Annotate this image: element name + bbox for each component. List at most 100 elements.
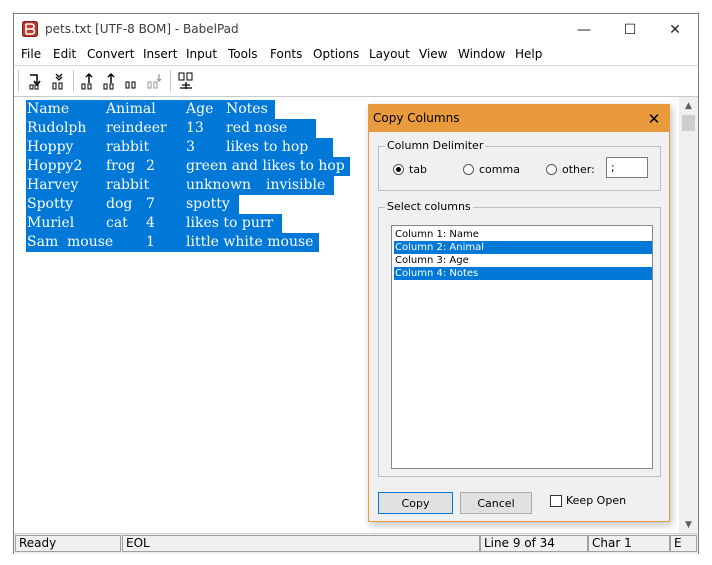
column-list-item[interactable]: Column 4: Notes <box>394 267 652 280</box>
column-list-item[interactable]: Column 1: Name <box>394 228 652 241</box>
cell-notes: Notes <box>226 101 268 117</box>
status-bar: Ready EOL Line 9 of 34 Char 1 E <box>14 533 698 554</box>
cell-age: 4 <box>146 215 155 231</box>
status-char: Char 1 <box>588 535 670 552</box>
other-radio-label[interactable]: other: <box>562 163 595 176</box>
title-bar: pets.txt [UTF-8 BOM] - BabelPad — ☐ ✕ <box>14 14 698 45</box>
editor-line: Rudolph reindeer 13 red nose <box>26 119 316 138</box>
toolbar-separator <box>170 70 171 92</box>
vertical-scrollbar[interactable]: ▲ ▼ <box>679 97 698 533</box>
editor-line: Name Animal Age Notes <box>26 100 275 119</box>
move-line-up-icon[interactable] <box>79 71 99 91</box>
menu-help[interactable]: Help <box>515 47 542 61</box>
copy-button[interactable]: Copy <box>378 492 453 514</box>
dialog-title: Copy Columns <box>373 111 460 125</box>
column-delimiter-group: Column Delimiter tab comma other: ; <box>378 139 661 191</box>
cell-notes: green and likes to hop <box>186 158 345 174</box>
dialog-title-bar[interactable]: Copy Columns ✕ <box>369 105 669 132</box>
cell-age: 2 <box>146 158 155 174</box>
cell-animal: dog <box>106 196 133 212</box>
menu-bar: File Edit Convert Insert Input Tools Fon… <box>14 45 698 66</box>
tab-radio[interactable] <box>393 164 404 175</box>
scroll-down-arrow-icon[interactable]: ▼ <box>679 516 698 533</box>
insert-column-icon[interactable] <box>176 71 196 91</box>
other-radio[interactable] <box>546 164 557 175</box>
comma-radio-label[interactable]: comma <box>479 163 520 176</box>
minimize-button[interactable]: — <box>561 14 607 45</box>
editor-line: Hoppy rabbit 3 likes to hop <box>26 138 333 157</box>
babelpad-app-icon <box>22 21 38 37</box>
cell-animal: mouse <box>67 234 114 250</box>
column-list-item[interactable]: Column 2: Animal <box>394 241 652 254</box>
status-ready: Ready <box>15 535 121 552</box>
menu-options[interactable]: Options <box>313 47 359 61</box>
cell-name: Hoppy <box>27 139 74 155</box>
window-title: pets.txt [UTF-8 BOM] - BabelPad <box>45 22 239 36</box>
cell-notes: little white mouse <box>186 234 314 250</box>
comma-radio[interactable] <box>463 164 474 175</box>
cell-animal: cat <box>106 215 128 231</box>
cancel-button[interactable]: Cancel <box>460 492 532 514</box>
menu-insert[interactable]: Insert <box>143 47 177 61</box>
close-icon: ✕ <box>669 21 681 38</box>
move-line-down-icon[interactable] <box>26 71 46 91</box>
tab-radio-label[interactable]: tab <box>409 163 427 176</box>
status-extra: E <box>670 535 697 552</box>
cell-name: Name <box>27 101 70 117</box>
editor-line: Sam mouse 1 little white mouse <box>26 233 319 252</box>
move-lines-down-icon[interactable] <box>49 71 69 91</box>
move-lines-up-icon[interactable] <box>101 71 121 91</box>
toolbar-grip <box>18 70 19 92</box>
cell-age: 13 <box>186 120 204 136</box>
editor-line: Muriel cat 4 likes to purr <box>26 214 282 233</box>
cell-age: Age <box>186 101 214 117</box>
keep-open-checkbox[interactable] <box>550 495 562 507</box>
cell-name: Spotty <box>27 196 74 212</box>
menu-file[interactable]: File <box>21 47 41 61</box>
other-delimiter-input[interactable]: ; <box>606 157 648 178</box>
menu-layout[interactable]: Layout <box>369 47 410 61</box>
close-icon: ✕ <box>647 109 661 128</box>
maximize-icon: ☐ <box>623 21 637 38</box>
cell-animal: reindeer <box>106 120 167 136</box>
cell-animal: Animal <box>106 101 156 117</box>
menu-convert[interactable]: Convert <box>87 47 134 61</box>
editor-line: Harvey rabbit unknown invisible <box>26 176 334 195</box>
menu-fonts[interactable]: Fonts <box>270 47 302 61</box>
scroll-up-arrow-icon[interactable]: ▲ <box>679 97 698 114</box>
cell-notes: likes to hop <box>226 139 309 155</box>
move-down-disabled-icon[interactable] <box>145 71 165 91</box>
keep-open-label[interactable]: Keep Open <box>566 494 626 507</box>
move-up-disabled-icon[interactable] <box>123 71 143 91</box>
column-list-item[interactable]: Column 3: Age <box>394 254 652 267</box>
menu-input[interactable]: Input <box>186 47 217 61</box>
maximize-button[interactable]: ☐ <box>607 14 653 45</box>
column-delimiter-label: Column Delimiter <box>385 139 486 152</box>
cell-age: 1 <box>146 234 155 250</box>
close-window-button[interactable]: ✕ <box>652 14 698 45</box>
cell-notes: invisible <box>266 177 326 193</box>
cell-age: 3 <box>186 139 195 155</box>
editor-line: Hoppy2 frog 2 green and likes to hop <box>26 157 350 176</box>
cell-notes: red nose <box>226 120 288 136</box>
cell-animal: frog <box>106 158 136 174</box>
cell-animal: rabbit <box>106 177 150 193</box>
select-columns-label: Select columns <box>385 200 473 213</box>
toolbar <box>14 66 698 97</box>
menu-view[interactable]: View <box>419 47 447 61</box>
dialog-close-button[interactable]: ✕ <box>639 105 669 132</box>
menu-tools[interactable]: Tools <box>228 47 258 61</box>
cell-name: Sam <box>27 234 59 250</box>
menu-edit[interactable]: Edit <box>53 47 76 61</box>
columns-listbox[interactable]: Column 1: Name Column 2: Animal Column 3… <box>391 225 653 469</box>
cell-name: Hoppy2 <box>27 158 83 174</box>
toolbar-separator <box>73 70 74 92</box>
scrollbar-thumb[interactable] <box>682 115 695 131</box>
cell-animal: rabbit <box>106 139 150 155</box>
menu-window[interactable]: Window <box>458 47 505 61</box>
cell-age: unknown <box>186 177 251 193</box>
cell-name: Harvey <box>27 177 79 193</box>
status-line: Line 9 of 34 <box>480 535 588 552</box>
cell-age: 7 <box>146 196 155 212</box>
cell-notes: spotty <box>186 196 230 212</box>
